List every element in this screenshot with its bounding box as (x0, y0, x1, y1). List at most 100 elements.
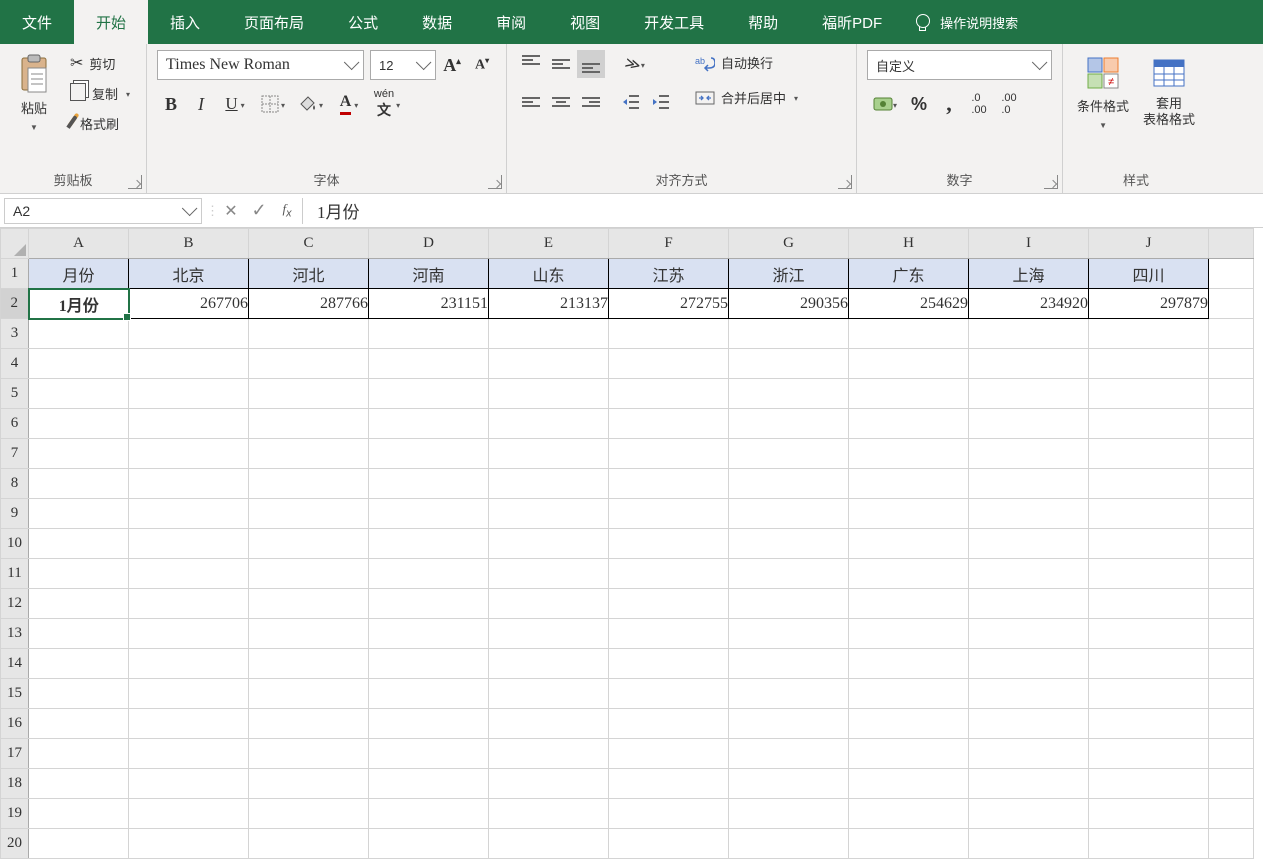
cancel-formula-button[interactable]: ✕ (222, 201, 240, 221)
cell[interactable]: 四川 (1089, 259, 1209, 289)
cell[interactable] (29, 709, 129, 739)
tab-help[interactable]: 帮助 (726, 0, 800, 44)
cell[interactable] (489, 769, 609, 799)
cell[interactable] (489, 469, 609, 499)
cell[interactable] (609, 829, 729, 859)
cell[interactable] (1089, 589, 1209, 619)
cell[interactable] (969, 499, 1089, 529)
cell[interactable] (489, 709, 609, 739)
row-header[interactable]: 20 (1, 829, 29, 859)
cell[interactable] (1089, 499, 1209, 529)
col-header[interactable]: C (249, 229, 369, 259)
align-left-button[interactable] (517, 88, 545, 116)
cell[interactable] (1209, 589, 1254, 619)
cell[interactable] (969, 349, 1089, 379)
cell[interactable] (369, 409, 489, 439)
cell[interactable] (129, 589, 249, 619)
cell[interactable] (489, 349, 609, 379)
tab-foxit[interactable]: 福昕PDF (800, 0, 904, 44)
cell[interactable] (489, 649, 609, 679)
cell[interactable] (729, 499, 849, 529)
cell[interactable] (729, 679, 849, 709)
cell[interactable] (489, 589, 609, 619)
cell[interactable] (849, 559, 969, 589)
cell[interactable] (1089, 529, 1209, 559)
cell[interactable] (489, 439, 609, 469)
cell[interactable] (249, 829, 369, 859)
cell[interactable] (129, 439, 249, 469)
increase-indent-button[interactable] (647, 88, 675, 116)
cell[interactable]: 浙江 (729, 259, 849, 289)
cell[interactable] (1089, 559, 1209, 589)
cell[interactable] (969, 799, 1089, 829)
cell[interactable] (1209, 409, 1254, 439)
cell[interactable] (249, 709, 369, 739)
cell[interactable] (489, 529, 609, 559)
number-launcher[interactable] (1044, 175, 1058, 189)
cell[interactable] (249, 649, 369, 679)
cell[interactable] (29, 679, 129, 709)
merge-center-button[interactable]: 合并后居中▾ (689, 85, 804, 110)
font-launcher[interactable] (488, 175, 502, 189)
cell[interactable] (369, 799, 489, 829)
cell[interactable] (609, 559, 729, 589)
cell[interactable] (29, 409, 129, 439)
cell[interactable] (1209, 529, 1254, 559)
spreadsheet-grid[interactable]: ABCDEFGHIJ 1月份北京河北河南山东江苏浙江广东上海四川21月份2677… (0, 228, 1263, 859)
cell[interactable] (29, 799, 129, 829)
cell[interactable] (249, 529, 369, 559)
cell[interactable] (849, 439, 969, 469)
cell[interactable] (1089, 439, 1209, 469)
row-header[interactable]: 18 (1, 769, 29, 799)
cell[interactable] (849, 829, 969, 859)
cell[interactable] (1089, 379, 1209, 409)
cell[interactable] (1089, 739, 1209, 769)
paste-button[interactable]: 粘贴 ▼ (10, 50, 58, 136)
alignment-launcher[interactable] (838, 175, 852, 189)
underline-button[interactable]: U▾ (217, 90, 253, 118)
cell[interactable]: 月份 (29, 259, 129, 289)
cell[interactable] (129, 349, 249, 379)
row-header[interactable]: 12 (1, 589, 29, 619)
cell[interactable] (849, 619, 969, 649)
align-top-button[interactable] (517, 50, 545, 78)
conditional-format-button[interactable]: ≠ 条件格式 ▼ (1073, 50, 1133, 134)
cell[interactable] (849, 709, 969, 739)
cell[interactable] (969, 529, 1089, 559)
cell[interactable] (1209, 799, 1254, 829)
cell[interactable] (489, 319, 609, 349)
col-header[interactable]: E (489, 229, 609, 259)
cell[interactable] (129, 679, 249, 709)
cell[interactable] (969, 829, 1089, 859)
tab-review[interactable]: 审阅 (474, 0, 548, 44)
fx-button[interactable]: fx (278, 201, 296, 220)
cell[interactable] (1209, 829, 1254, 859)
cell[interactable] (489, 829, 609, 859)
border-button[interactable]: ▾ (255, 90, 291, 118)
cell[interactable] (369, 679, 489, 709)
col-header[interactable]: H (849, 229, 969, 259)
cell[interactable] (489, 409, 609, 439)
select-all-corner[interactable] (1, 229, 29, 259)
cell[interactable]: 江苏 (609, 259, 729, 289)
cell[interactable] (1209, 439, 1254, 469)
decrease-font-button[interactable]: A▾ (468, 51, 496, 79)
cell[interactable] (369, 439, 489, 469)
col-header[interactable]: B (129, 229, 249, 259)
cell[interactable] (369, 469, 489, 499)
col-header[interactable]: G (729, 229, 849, 259)
cell[interactable] (729, 439, 849, 469)
tab-view[interactable]: 视图 (548, 0, 622, 44)
increase-decimal-button[interactable]: .0.00 (965, 90, 993, 118)
cell[interactable] (129, 499, 249, 529)
cell[interactable] (1209, 289, 1254, 319)
cell[interactable] (129, 619, 249, 649)
cell[interactable] (129, 469, 249, 499)
cell[interactable] (729, 799, 849, 829)
cell[interactable] (249, 349, 369, 379)
cell[interactable] (729, 649, 849, 679)
cell[interactable] (1209, 619, 1254, 649)
cell[interactable]: 上海 (969, 259, 1089, 289)
cell[interactable] (609, 589, 729, 619)
cell[interactable] (609, 439, 729, 469)
